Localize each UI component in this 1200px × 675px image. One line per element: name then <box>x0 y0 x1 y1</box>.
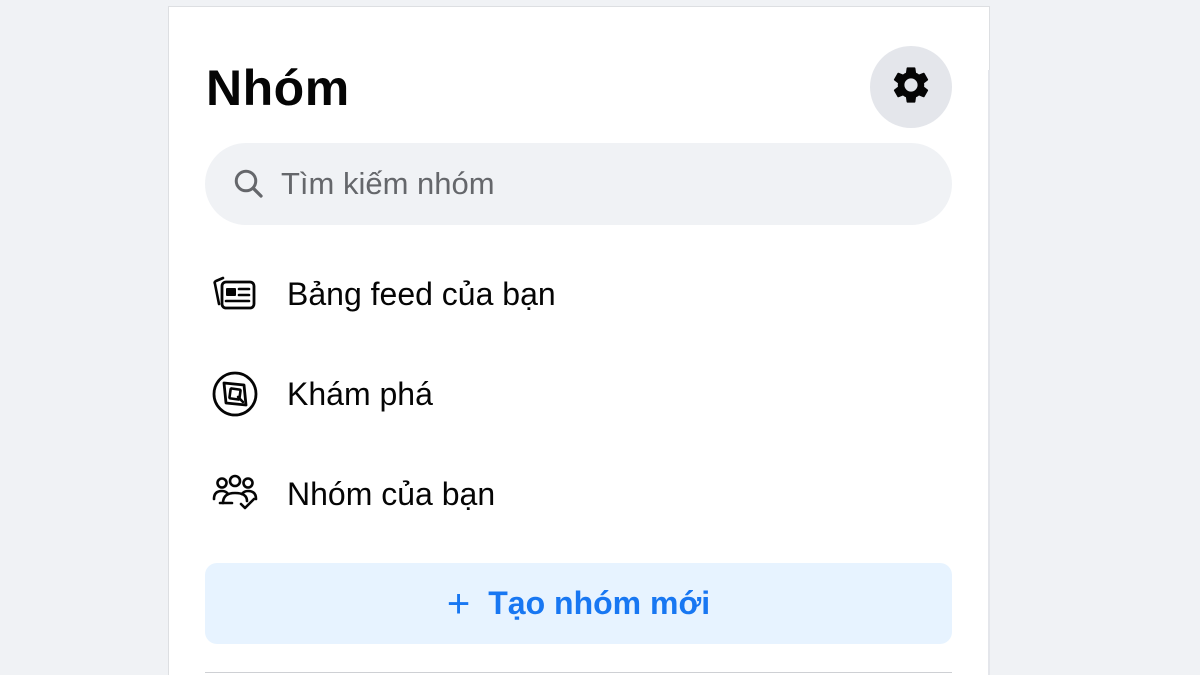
your-groups-icon <box>205 464 265 524</box>
create-group-label: Tạo nhóm mới <box>488 585 711 621</box>
settings-button[interactable] <box>870 46 952 128</box>
plus-icon: + <box>446 581 471 626</box>
nav-item-your-groups[interactable]: Nhóm của bạn <box>205 454 952 534</box>
nav-item-feed[interactable]: Bảng feed của bạn <box>205 254 952 334</box>
nav-item-label: Khám phá <box>287 375 433 412</box>
nav-item-label: Bảng feed của bạn <box>287 275 556 312</box>
nav-item-discover[interactable]: Khám phá <box>205 354 952 434</box>
search-input[interactable] <box>279 165 903 203</box>
page-title: Nhóm <box>206 60 350 116</box>
panel-edge <box>988 70 990 675</box>
nav-item-label: Nhóm của bạn <box>287 475 496 512</box>
page: Nhóm Bảng feed của b <box>0 0 1200 675</box>
discover-icon <box>205 364 265 424</box>
create-group-button[interactable]: + Tạo nhóm mới <box>205 563 952 644</box>
search-bar[interactable] <box>205 143 952 225</box>
feed-icon <box>205 264 265 324</box>
search-icon <box>229 164 269 204</box>
gear-icon <box>889 63 933 112</box>
divider <box>205 672 952 673</box>
